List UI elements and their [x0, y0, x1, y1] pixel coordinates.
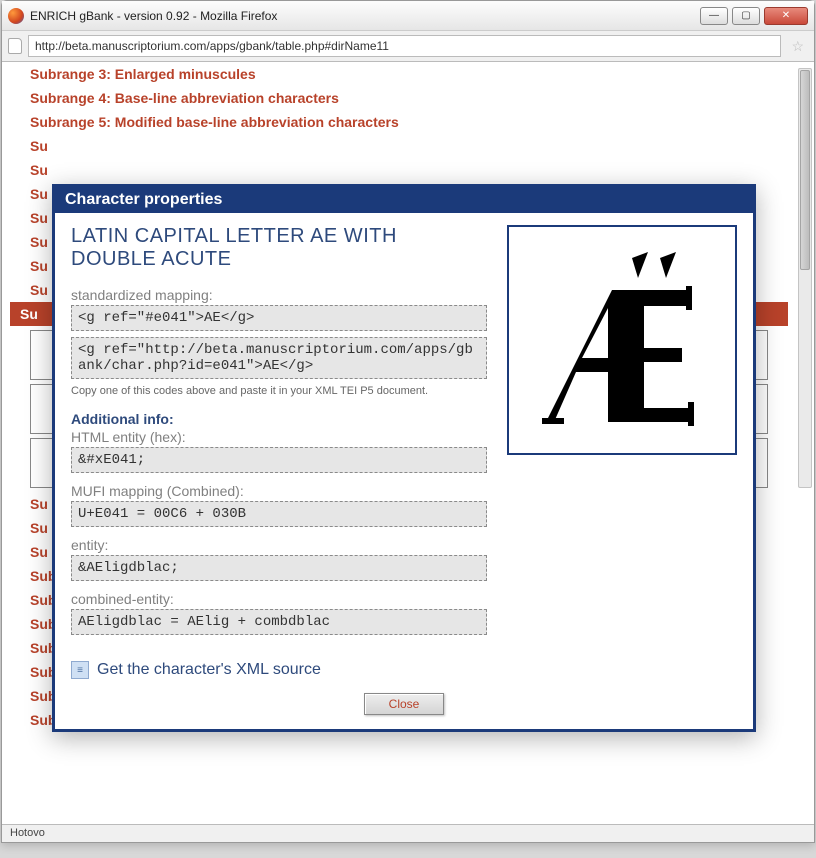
window-title: ENRICH gBank - version 0.92 - Mozilla Fi… [30, 9, 277, 23]
mufi-mapping-value[interactable]: U+E041 = 00C6 + 030B [71, 501, 487, 527]
xml-source-row: ≡ Get the character's XML source [55, 651, 753, 693]
subrange-item[interactable]: Subrange 5: Modified base-line abbreviat… [10, 110, 788, 134]
bookmark-star-icon[interactable]: ☆ [787, 38, 808, 55]
standardized-mapping-label: standardized mapping: [71, 287, 487, 303]
subrange-item[interactable]: Su [10, 134, 788, 158]
ae-glyph-icon [542, 250, 702, 430]
window-controls: — ▢ ✕ [700, 7, 808, 25]
address-input[interactable] [28, 35, 781, 57]
status-bar: Hotovo [2, 824, 814, 842]
minimize-button[interactable]: — [700, 7, 728, 25]
close-window-button[interactable]: ✕ [764, 7, 808, 25]
page-content: Subrange 3: Enlarged minusculesSubrange … [2, 62, 814, 842]
entity-label: entity: [71, 537, 487, 553]
html-entity-value[interactable]: &#xE041; [71, 447, 487, 473]
html-entity-label: HTML entity (hex): [71, 429, 487, 445]
page-scrollbar[interactable] [798, 68, 812, 488]
info-column: LATIN CAPITAL LETTER AE WITH DOUBLE ACUT… [71, 225, 487, 641]
dialog-footer: Close [55, 693, 753, 729]
xml-file-icon: ≡ [71, 661, 89, 679]
copy-note: Copy one of this codes above and paste i… [71, 385, 487, 397]
dialog-header: Character properties [55, 187, 753, 213]
entity-value[interactable]: &AEligdblac; [71, 555, 487, 581]
character-properties-dialog: Character properties LATIN CAPITAL LETTE… [52, 184, 756, 732]
page-icon [8, 38, 22, 54]
maximize-button[interactable]: ▢ [732, 7, 760, 25]
subrange-item[interactable]: Su [10, 158, 788, 182]
get-xml-source-link[interactable]: Get the character's XML source [97, 661, 321, 679]
close-dialog-button[interactable]: Close [364, 693, 445, 715]
combined-entity-label: combined-entity: [71, 591, 487, 607]
address-bar-row: ☆ [2, 31, 814, 62]
browser-window: ENRICH gBank - version 0.92 - Mozilla Fi… [1, 0, 815, 843]
titlebar: ENRICH gBank - version 0.92 - Mozilla Fi… [2, 1, 814, 31]
code-ref-full[interactable]: <g ref="http://beta.manuscriptorium.com/… [71, 337, 487, 379]
subrange-item[interactable]: Subrange 3: Enlarged minuscules [10, 62, 788, 86]
dialog-body: LATIN CAPITAL LETTER AE WITH DOUBLE ACUT… [55, 213, 753, 651]
firefox-icon [8, 8, 24, 24]
character-name: LATIN CAPITAL LETTER AE WITH DOUBLE ACUT… [71, 225, 487, 271]
glyph-preview [507, 225, 737, 455]
additional-info-heading: Additional info: [71, 411, 487, 427]
code-ref-short[interactable]: <g ref="#e041">AE</g> [71, 305, 487, 331]
status-text: Hotovo [10, 827, 45, 839]
mufi-mapping-label: MUFI mapping (Combined): [71, 483, 487, 499]
title-left: ENRICH gBank - version 0.92 - Mozilla Fi… [8, 8, 277, 24]
combined-entity-value[interactable]: AEligdblac = AElig + combdblac [71, 609, 487, 635]
scrollbar-thumb[interactable] [800, 70, 810, 270]
subrange-item[interactable]: Subrange 4: Base-line abbreviation chara… [10, 86, 788, 110]
